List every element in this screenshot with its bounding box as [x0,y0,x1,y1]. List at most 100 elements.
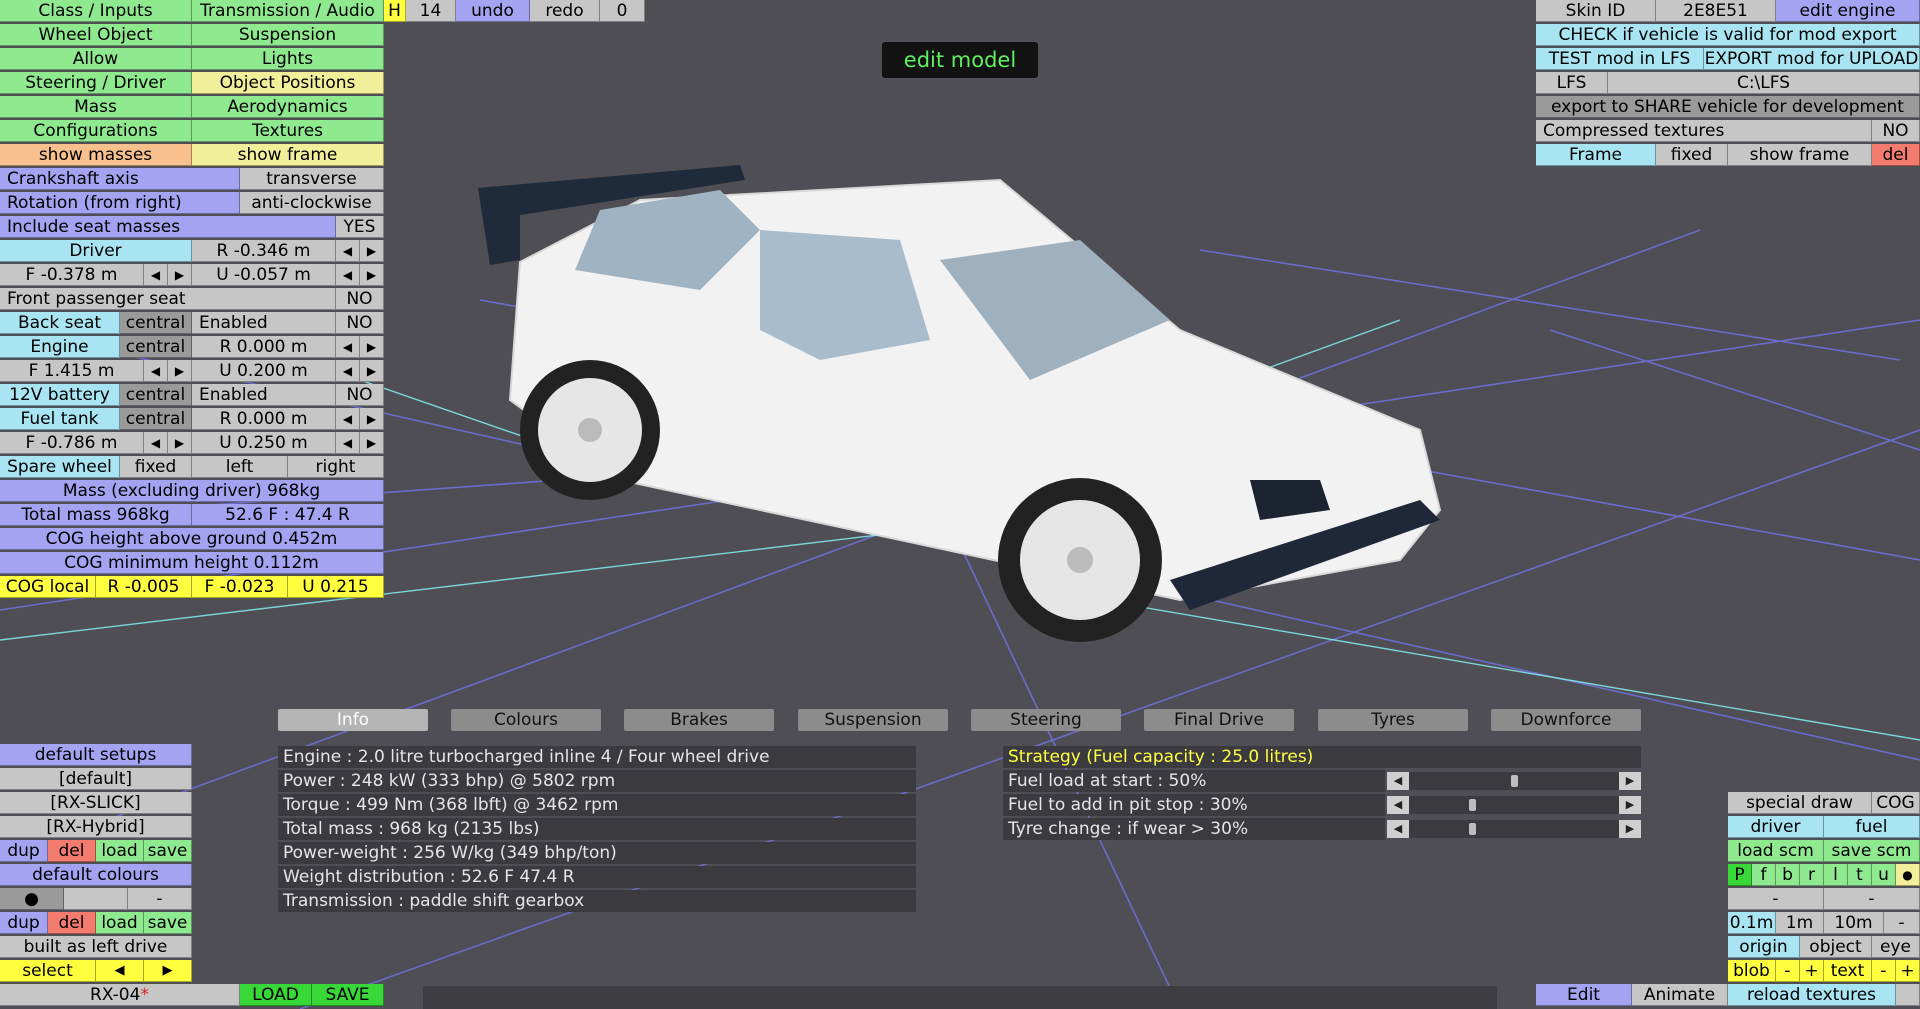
fuel-f-dec[interactable]: ◀ [144,432,168,454]
special-draw-button[interactable]: special draw [1728,792,1872,814]
menu-lights[interactable]: Lights [192,48,384,70]
setup-del-button[interactable]: del [48,840,96,862]
frame-fixed[interactable]: fixed [1656,144,1728,166]
fuel-start-dec[interactable]: ◀ [1387,772,1409,790]
lfs-path[interactable]: C:\LFS [1608,72,1920,94]
fuel-r-inc[interactable]: ▶ [360,408,384,430]
tyre-change-slider[interactable] [1387,820,1641,838]
grid-dash-button[interactable]: - [1884,912,1920,934]
battery-enabled-toggle[interactable]: NO [336,384,384,406]
blob-minus-button[interactable]: - [1776,960,1800,982]
menu-transmission-audio[interactable]: Transmission / Audio [192,0,384,22]
driver-r-inc[interactable]: ▶ [360,240,384,262]
driver-view-button[interactable]: driver [1728,816,1824,838]
frame-show[interactable]: show frame [1728,144,1872,166]
spare-wheel-right[interactable]: right [288,456,384,478]
setup-save-button[interactable]: save [144,840,192,862]
setup-load-button[interactable]: load [96,840,144,862]
skin-id-value[interactable]: 2E8E51 [1656,0,1776,22]
show-masses-toggle[interactable]: show masses [0,144,192,166]
text-button[interactable]: text [1824,960,1872,982]
driver-button[interactable]: Driver [0,240,192,262]
engine-u-dec[interactable]: ◀ [336,360,360,382]
frame-delete-button[interactable]: del [1872,144,1920,166]
letter-t-button[interactable]: t [1848,864,1872,886]
menu-steering-driver[interactable]: Steering / Driver [0,72,192,94]
export-share-button[interactable]: export to SHARE vehicle for development [1536,96,1920,118]
load-scm-button[interactable]: load scm [1728,840,1824,862]
colour-del-button[interactable]: del [48,912,96,934]
fuel-tank-button[interactable]: Fuel tank [0,408,120,430]
tab-final-drive[interactable]: Final Drive [1144,709,1294,731]
seat-masses-toggle[interactable]: YES [336,216,384,238]
engine-u-inc[interactable]: ▶ [360,360,384,382]
origin-button[interactable]: origin [1728,936,1800,958]
edit-mode-button[interactable]: Edit [1536,984,1632,1006]
engine-r-inc[interactable]: ▶ [360,336,384,358]
tab-colours[interactable]: Colours [451,709,601,731]
engine-f-dec[interactable]: ◀ [144,360,168,382]
driver-f-inc[interactable]: ▶ [168,264,192,286]
load-model-button[interactable]: LOAD [240,984,312,1006]
spare-wheel-left[interactable]: left [192,456,288,478]
menu-suspension[interactable]: Suspension [192,24,384,46]
battery-button[interactable]: 12V battery [0,384,120,406]
driver-u-dec[interactable]: ◀ [336,264,360,286]
driver-u-inc[interactable]: ▶ [360,264,384,286]
edit-engine-button[interactable]: edit engine [1776,0,1920,22]
save-model-button[interactable]: SAVE [312,984,384,1006]
dash-left-button[interactable]: - [1728,888,1824,910]
tyre-change-inc[interactable]: ▶ [1619,820,1641,838]
tab-info[interactable]: Info [278,709,428,731]
colour-blank-slot[interactable] [64,888,128,910]
spare-wheel-button[interactable]: Spare wheel [0,456,120,478]
front-passenger-toggle[interactable]: NO [336,288,384,310]
colour-dash-button[interactable]: - [128,888,192,910]
colour-save-button[interactable]: save [144,912,192,934]
fuel-view-button[interactable]: fuel [1824,816,1920,838]
setup-item-default[interactable]: [default] [0,768,192,790]
object-button[interactable]: object [1800,936,1872,958]
check-valid-button[interactable]: CHECK if vehicle is valid for mod export [1536,24,1920,46]
text-minus-button[interactable]: - [1872,960,1896,982]
fuel-u-dec[interactable]: ◀ [336,432,360,454]
colour-load-button[interactable]: load [96,912,144,934]
fuel-pit-slider[interactable] [1387,796,1641,814]
engine-r-dec[interactable]: ◀ [336,336,360,358]
fuel-f-inc[interactable]: ▶ [168,432,192,454]
fuel-u-inc[interactable]: ▶ [360,432,384,454]
colour-dup-button[interactable]: dup [0,912,48,934]
cog-button[interactable]: COG [1872,792,1920,814]
fuel-pit-dec[interactable]: ◀ [1387,796,1409,814]
fuel-r-dec[interactable]: ◀ [336,408,360,430]
driver-f-dec[interactable]: ◀ [144,264,168,286]
tab-downforce[interactable]: Downforce [1491,709,1641,731]
tyre-change-dec[interactable]: ◀ [1387,820,1409,838]
back-seat-central[interactable]: central [120,312,192,334]
menu-class-inputs[interactable]: Class / Inputs [0,0,192,22]
menu-aerodynamics[interactable]: Aerodynamics [192,96,384,118]
menu-wheel-object[interactable]: Wheel Object [0,24,192,46]
grid-01m-button[interactable]: 0.1m [1728,912,1776,934]
export-upload-button[interactable]: EXPORT mod for UPLOAD [1704,48,1920,70]
animate-mode-button[interactable]: Animate [1632,984,1728,1006]
driver-r-dec[interactable]: ◀ [336,240,360,262]
grid-1m-button[interactable]: 1m [1776,912,1824,934]
select-button[interactable]: select [0,960,96,982]
tab-steering[interactable]: Steering [971,709,1121,731]
select-next-button[interactable]: ▶ [144,960,192,982]
engine-central[interactable]: central [120,336,192,358]
letter-l-button[interactable]: l [1824,864,1848,886]
show-frame-toggle[interactable]: show frame [192,144,384,166]
letter-u-button[interactable]: u [1872,864,1896,886]
fuel-tank-central[interactable]: central [120,408,192,430]
back-seat-button[interactable]: Back seat [0,312,120,334]
model-name[interactable]: RX-04* [0,984,240,1006]
crankshaft-select[interactable]: transverse [240,168,384,190]
letter-p-button[interactable]: P [1728,864,1752,886]
letter-dot-button[interactable]: ● [1896,864,1920,886]
dash-right-button[interactable]: - [1824,888,1920,910]
menu-textures[interactable]: Textures [192,120,384,142]
blob-plus-button[interactable]: + [1800,960,1824,982]
letter-r-button[interactable]: r [1800,864,1824,886]
